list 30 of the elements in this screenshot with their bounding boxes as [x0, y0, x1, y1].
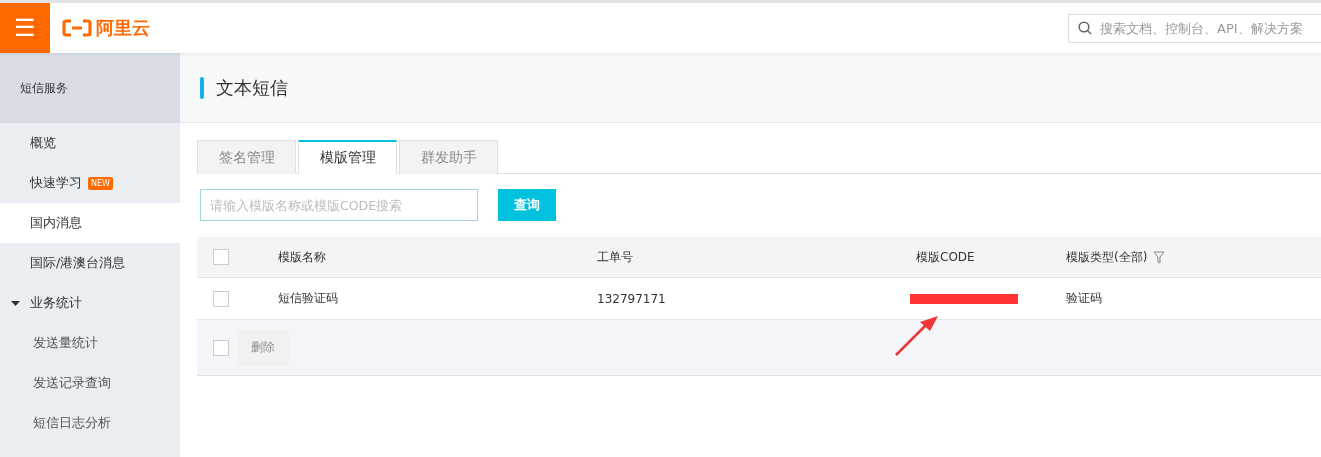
table-cell-text: 短信验证码 — [278, 290, 339, 307]
table-cell-text: 验证码 — [1066, 290, 1103, 307]
sidebar-item[interactable]: 国际/港澳台消息 — [0, 243, 180, 283]
table-cell-text: 132797171 — [597, 291, 667, 306]
annotation-arrow — [894, 315, 940, 357]
search-field[interactable]: 搜索文档、控制台、API、解决方案 — [1068, 13, 1321, 43]
sidebar-label: 快速学习 — [30, 174, 82, 192]
sidebar-item[interactable]: 快速学习 NEW — [0, 163, 180, 203]
checkbox[interactable] — [213, 290, 229, 307]
sidebar-item[interactable]: 业务统计 — [0, 283, 180, 323]
logo-text: 阿里云 — [96, 16, 150, 40]
logo-icon — [62, 19, 92, 37]
page-title: 文本短信 — [216, 75, 288, 100]
tab[interactable]: 模版管理 — [298, 140, 397, 174]
new-badge: NEW — [88, 176, 113, 190]
filter-icon[interactable] — [1153, 250, 1166, 264]
sidebar-subitem[interactable]: 发送量统计 — [0, 323, 180, 363]
sidebar-title: 短信服务 — [0, 53, 180, 123]
sidebar-subitem[interactable]: 发送记录查询 — [0, 363, 180, 403]
sidebar-subitem[interactable]: 短信日志分析 — [0, 403, 180, 443]
column-header: 模版CODE — [916, 248, 975, 266]
column-header: 模版名称 — [278, 248, 326, 266]
sidebar-item[interactable]: 概览 — [0, 123, 180, 163]
search-icon — [1078, 21, 1092, 35]
checkbox[interactable] — [213, 249, 229, 265]
search-field[interactable]: 请输入模版名称或模版CODE搜索 — [200, 189, 478, 221]
column-header: 模版类型(全部) — [1066, 248, 1148, 266]
column-header: 工单号 — [597, 248, 633, 266]
checkbox[interactable] — [213, 339, 229, 356]
sidebar-item[interactable]: 国内消息 — [0, 203, 180, 243]
